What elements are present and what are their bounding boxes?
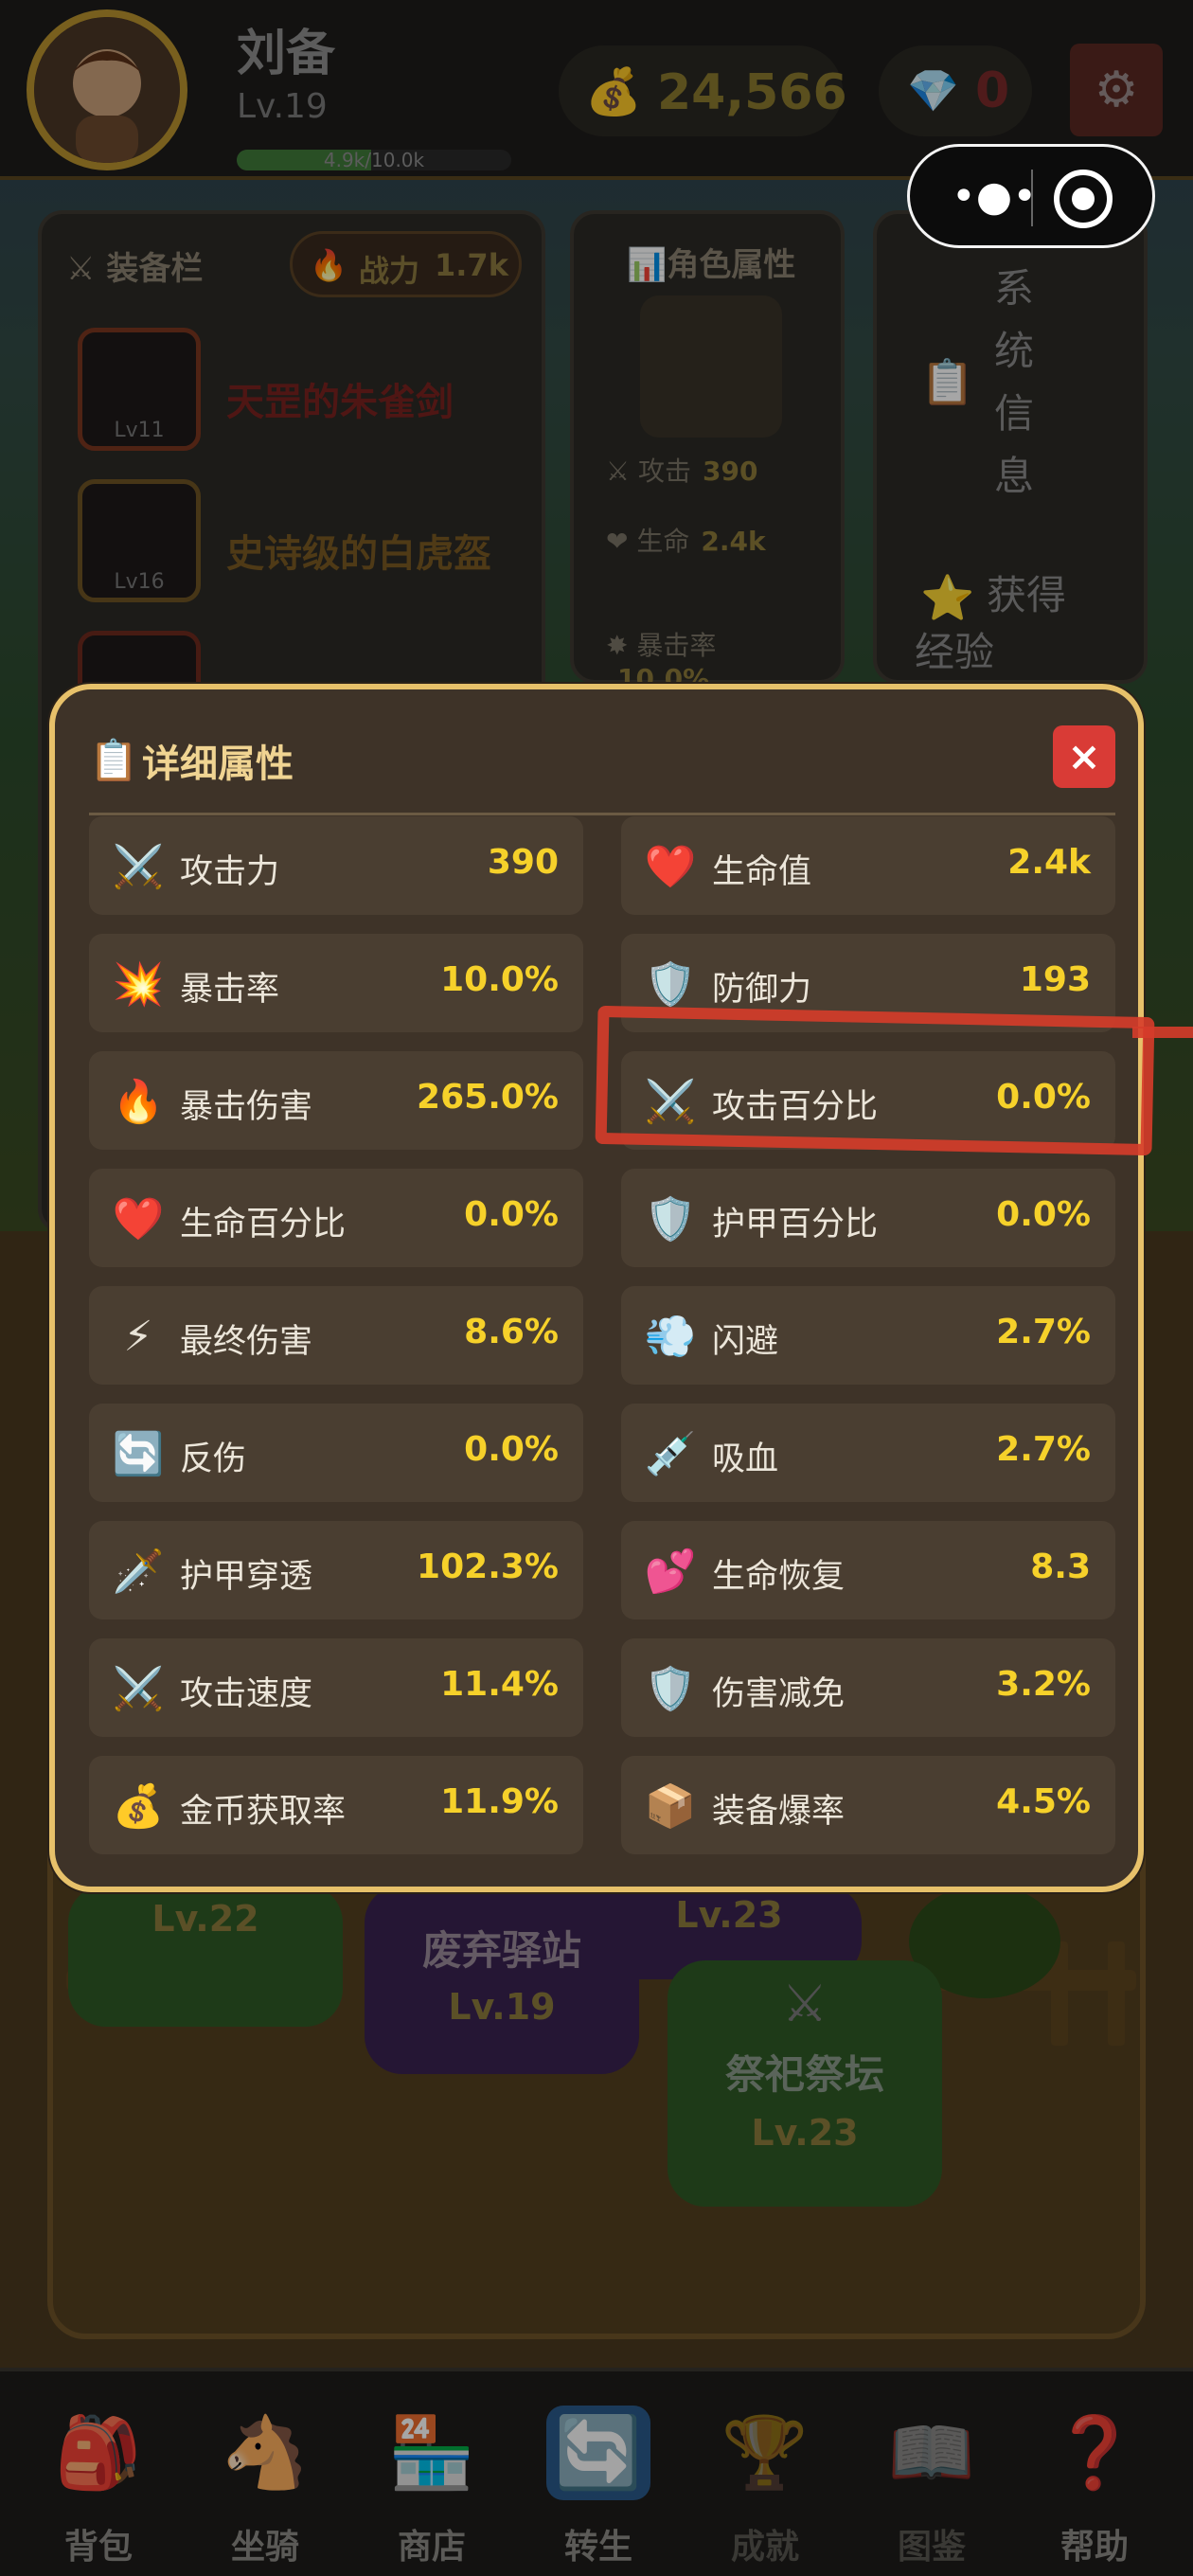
capsule-divider (1031, 170, 1033, 226)
heart-icon: ❤️ (644, 843, 697, 891)
stat-label: 防御力 (712, 971, 812, 1009)
stat-card: ❤️ 生命百分比 0.0% (89, 1169, 583, 1267)
stat-card: 💥 暴击率 10.0% (89, 934, 583, 1032)
stat-value: 8.3 (1030, 1547, 1091, 1586)
box-icon: 📦 (644, 1782, 697, 1831)
dagger-icon: 🗡️ (112, 1547, 165, 1596)
syringe-icon: 💉 (644, 1430, 697, 1478)
stat-value: 193 (1019, 960, 1091, 999)
hearts-icon: 💕 (644, 1547, 697, 1596)
stat-value: 0.0% (464, 1195, 559, 1234)
stat-card: 💕 生命恢复 8.3 (621, 1521, 1115, 1619)
stat-label: 装备爆率 (712, 1793, 846, 1831)
stat-value: 4.5% (996, 1782, 1091, 1821)
stat-card: 📦 装备爆率 4.5% (621, 1756, 1115, 1854)
stat-value: 10.0% (440, 960, 559, 999)
stat-card: ❤️ 生命值 2.4k (621, 816, 1115, 915)
stat-card: 🔄 反伤 0.0% (89, 1404, 583, 1502)
stat-label: 攻击力 (180, 853, 280, 891)
stat-label: 金币获取率 (180, 1793, 347, 1831)
stat-value: 0.0% (996, 1195, 1091, 1234)
stat-label: 生命恢复 (712, 1558, 846, 1596)
dash-icon: 💨 (644, 1313, 697, 1361)
miniprogram-capsule: •●• (907, 144, 1155, 248)
close-button[interactable]: × (1053, 725, 1115, 788)
target-icon[interactable] (1054, 170, 1113, 228)
stat-label: 吸血 (712, 1440, 779, 1478)
detailed-attributes-modal: 📋 详细属性 × ⚔️ 攻击力 390 ❤️ 生命值 2.4k 💥 暴击率 10.0% 🛡️ 防御力… (49, 684, 1144, 1892)
stat-value: 2.7% (996, 1313, 1091, 1351)
stat-value: 102.3% (417, 1547, 559, 1586)
stat-label: 反伤 (180, 1440, 247, 1478)
annotation-stroke (1132, 1027, 1193, 1038)
stat-value: 0.0% (464, 1430, 559, 1469)
stat-card: ⚡ 最终伤害 8.6% (89, 1286, 583, 1385)
stat-label: 生命百分比 (180, 1206, 347, 1243)
stat-card: ⚔️ 攻击速度 11.4% (89, 1638, 583, 1737)
swords-icon: ⚔️ (112, 843, 165, 891)
modal-divider (89, 813, 1115, 815)
stat-label: 伤害减免 (712, 1675, 846, 1713)
stat-label: 攻击速度 (180, 1675, 313, 1713)
stat-label: 暴击伤害 (180, 1088, 313, 1126)
heart-icon: ❤️ (112, 1195, 165, 1243)
modal-title: 详细属性 (142, 742, 294, 786)
stat-value: 265.0% (417, 1078, 559, 1117)
stat-label: 闪避 (712, 1323, 779, 1361)
reflect-icon: 🔄 (112, 1430, 165, 1478)
fire-icon: 🔥 (112, 1078, 165, 1126)
stat-value: 8.6% (464, 1313, 559, 1351)
money-bag-icon: 💰 (112, 1782, 165, 1831)
stat-label: 护甲穿透 (180, 1558, 313, 1596)
stat-value: 390 (487, 843, 559, 882)
stat-value: 11.9% (440, 1782, 559, 1821)
stat-card: 🛡️ 护甲百分比 0.0% (621, 1169, 1115, 1267)
close-icon: × (1067, 733, 1101, 779)
stat-label: 暴击率 (180, 971, 280, 1009)
stat-card: 🗡️ 护甲穿透 102.3% (89, 1521, 583, 1619)
stat-card: 🛡️ 伤害减免 3.2% (621, 1638, 1115, 1737)
stat-value: 11.4% (440, 1665, 559, 1704)
stat-card: ⚔️ 攻击力 390 (89, 816, 583, 915)
swords-icon: ⚔️ (112, 1665, 165, 1713)
shield-icon: 🛡️ (644, 1665, 697, 1713)
stat-card: 💉 吸血 2.7% (621, 1404, 1115, 1502)
stat-label: 护甲百分比 (712, 1206, 879, 1243)
stat-card: 🔥 暴击伤害 265.0% (89, 1051, 583, 1150)
stat-label: 最终伤害 (180, 1323, 313, 1361)
burst-icon: 💥 (112, 960, 165, 1009)
stat-value: 2.7% (996, 1430, 1091, 1469)
shield-icon: 🛡️ (644, 960, 697, 1009)
stat-label: 生命值 (712, 853, 812, 891)
stat-card: 💨 闪避 2.7% (621, 1286, 1115, 1385)
lightning-icon: ⚡ (123, 1313, 153, 1361)
stat-value: 3.2% (996, 1665, 1091, 1704)
clipboard-icon: 📋 (89, 737, 139, 783)
stat-card: 💰 金币获取率 11.9% (89, 1756, 583, 1854)
shield-icon: 🛡️ (644, 1195, 697, 1243)
annotation-highlight (595, 1005, 1155, 1156)
stat-value: 2.4k (1007, 843, 1091, 882)
